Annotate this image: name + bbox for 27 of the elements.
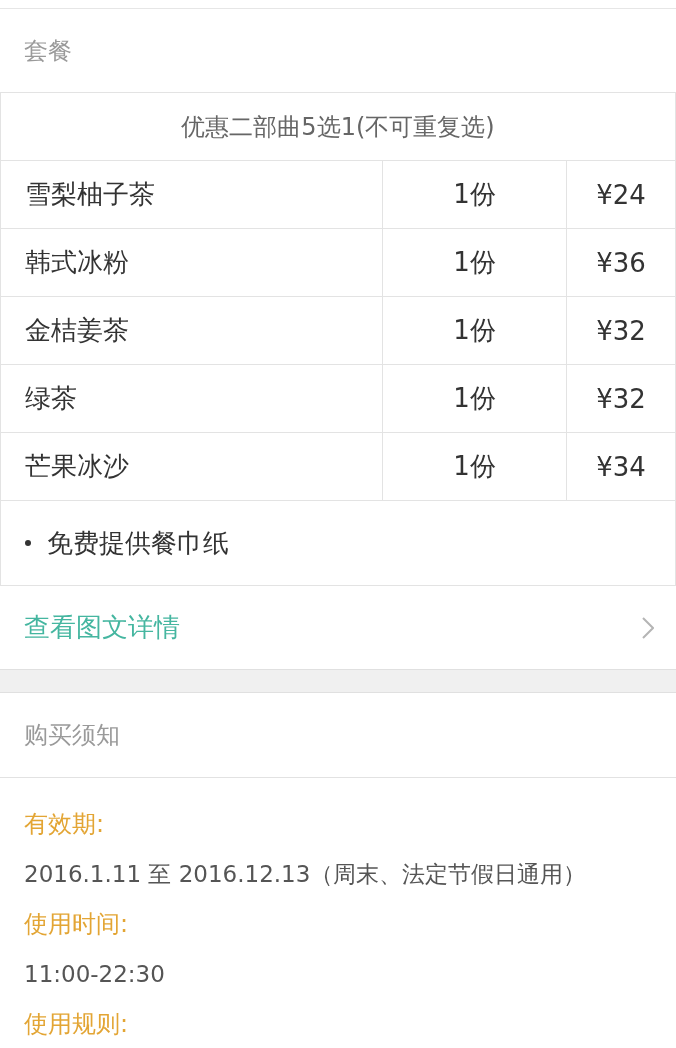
notice-label: 使用时间: bbox=[24, 909, 129, 940]
item-quantity: 1份 bbox=[382, 160, 567, 229]
section-title: 套餐 bbox=[24, 35, 72, 67]
item-name: 金桔姜茶 bbox=[0, 296, 383, 365]
notice-label: 使用规则: bbox=[24, 1009, 129, 1040]
item-price: ¥32 bbox=[566, 364, 676, 433]
item-price: ¥34 bbox=[566, 432, 676, 501]
item-price: ¥36 bbox=[566, 228, 676, 297]
bullet-icon bbox=[25, 540, 31, 546]
chevron-right-icon[interactable] bbox=[642, 616, 654, 639]
item-quantity: 1份 bbox=[382, 364, 567, 433]
notice-value: 2016.1.11 至 2016.12.13（周末、法定节假日通用） bbox=[24, 860, 587, 889]
item-quantity: 1份 bbox=[382, 296, 567, 365]
notice-label: 有效期: bbox=[24, 809, 105, 840]
item-name: 雪梨柚子茶 bbox=[0, 160, 383, 229]
note-text: 免费提供餐巾纸 bbox=[47, 526, 229, 560]
item-price: ¥32 bbox=[566, 296, 676, 365]
table-header: 优惠二部曲5选1(不可重复选) bbox=[0, 92, 676, 161]
item-quantity: 1份 bbox=[382, 432, 567, 501]
item-name: 芒果冰沙 bbox=[0, 432, 383, 501]
item-price: ¥24 bbox=[566, 160, 676, 229]
notice-value: 11:00-22:30 bbox=[24, 960, 165, 989]
item-name: 绿茶 bbox=[0, 364, 383, 433]
item-quantity: 1份 bbox=[382, 228, 567, 297]
details-link[interactable]: 查看图文详情 bbox=[24, 610, 180, 645]
item-name: 韩式冰粉 bbox=[0, 228, 383, 297]
section-title: 购买须知 bbox=[24, 720, 120, 751]
